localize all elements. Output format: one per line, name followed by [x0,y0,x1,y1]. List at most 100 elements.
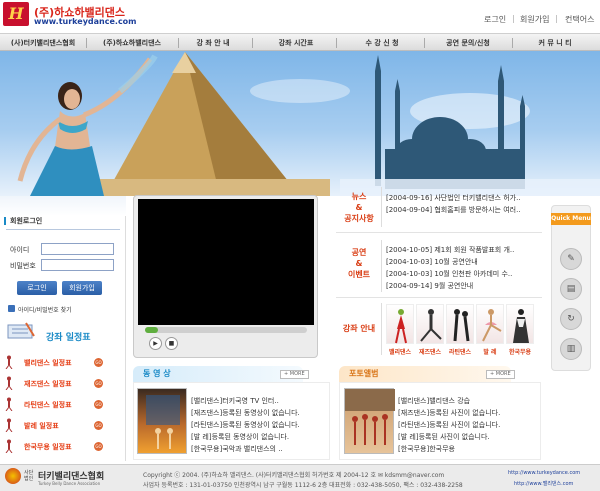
video-item[interactable]: [라틴댄스]등록된 동영상이 없습니다. [191,420,300,430]
schedule-item-korean[interactable]: 한국무용 일정표 [24,442,72,452]
nav-divider [424,38,425,48]
schedule-item-latin[interactable]: 라틴댄스 일정표 [24,400,72,410]
nav-courses[interactable]: 강 좌 안 내 [182,34,244,52]
divider [336,232,542,233]
dancer-icon [4,397,14,412]
nav-divider [252,38,253,48]
video-item[interactable]: [한국무용]국악과 밸리댄스의 .. [191,444,283,454]
lock-icon [8,305,15,312]
logo-icon[interactable]: H [3,2,29,26]
company-info-line: 사업자 등록번호 : 131-01-03750 인천광역시 남구 구월동 111… [143,482,463,489]
photo-item[interactable]: [재즈댄스]등록된 사진이 없습니다. [398,408,500,418]
news-item[interactable]: [2004-09-04] 협회홈피를 방문하시는 여러.. [386,205,521,215]
event-item[interactable]: [2004-10-05] 제1회 회원 작품발표회 개.. [386,245,514,255]
join-button[interactable]: 회원가입 [62,281,102,295]
video-more-button[interactable]: + MORE [280,370,309,379]
find-account-link[interactable]: 아이디/비밀번호 찾기 [18,305,72,314]
copyright-line: Copyright ⓒ 2004. (주)하쇼하 밸리댄스. (사)터키밸리댄스… [143,472,445,479]
divider [381,303,382,355]
login-link[interactable]: 로그인 [484,14,506,25]
photo-more-button[interactable]: + MORE [486,370,515,379]
note-icon[interactable]: ✎ [560,248,582,270]
course-label-belly[interactable]: 밸리댄스 [385,347,415,356]
dancer-icon [4,376,14,391]
course-label-korean[interactable]: 한국무용 [505,347,535,356]
photo-thumbnail[interactable] [344,388,395,454]
video-item[interactable]: [밸리댄스]터키국영 TV 인터.. [191,396,279,406]
go-icon[interactable]: GO [94,400,103,409]
login-button[interactable]: 로그인 [17,281,57,295]
refresh-icon[interactable]: ↻ [560,308,582,330]
nav-divider [512,38,513,48]
nav-performance[interactable]: 공연 문의/신청 [428,34,508,52]
events-label-top: 공연 [351,248,367,257]
courses-label: 강좌 안내 [342,324,376,333]
event-item[interactable]: [2004-10-03] 10월 인천판 아카데미 수.. [386,269,512,279]
news-item[interactable]: [2004-09-16] 사단법인 터키밸리댄스 허가.. [386,193,521,203]
document-icon[interactable]: ▥ [560,338,582,360]
nav-community[interactable]: 커 뮤 니 티 [516,34,594,52]
quick-menu-title: Quick Menu [551,213,591,225]
course-thumb-latin[interactable] [446,304,474,344]
news-label: 뉴스 & 공지사항 [339,191,379,224]
event-item[interactable]: [2004-10-03] 10월 공연안내 [386,257,478,267]
site-url: www.turkeydance.com [34,17,137,26]
id-input[interactable] [41,243,114,255]
go-icon[interactable]: GO [94,379,103,388]
photo-item[interactable]: [밸리댄스]밸리댄스 강습 [398,396,470,406]
util-separator: | [512,14,515,23]
nav-registration[interactable]: 수 강 신 청 [345,34,419,52]
stop-icon[interactable]: ■ [165,337,178,350]
course-thumb-korean[interactable] [506,304,534,344]
footer-url-1[interactable]: http://www.turkeydance.com [508,470,580,476]
password-input[interactable] [41,259,114,271]
course-label-latin[interactable]: 라틴댄스 [445,347,475,356]
video-item[interactable]: [재즈댄스]등록된 동영상이 없습니다. [191,408,300,418]
events-label-amp: & [355,259,363,268]
nav-association[interactable]: (사)터키밸리댄스협회 [2,34,84,52]
course-thumb-jazz[interactable] [416,304,444,344]
video-screen[interactable] [138,199,314,325]
side-column-top [0,196,126,216]
hero-illustration [17,52,600,196]
main-nav: (사)터키밸리댄스협회 (주)하쇼하밸리댄스 강 좌 안 내 강좌 시간표 수 … [0,33,600,51]
join-link[interactable]: 회원가입 [520,14,549,25]
course-label-jazz[interactable]: 재즈댄스 [415,347,445,356]
schedule-item-belly[interactable]: 밸리댄스 일정표 [24,358,72,368]
go-icon[interactable]: GO [94,421,103,430]
video-title: 동 영 상 [143,369,171,378]
password-label: 비밀번호 [10,262,36,270]
course-label-ballet[interactable]: 발 레 [475,347,505,356]
progress-bar[interactable] [145,327,307,333]
divider [381,187,382,227]
progress-fill [145,327,158,333]
play-icon[interactable]: ▶ [149,337,162,350]
schedule-item-jazz[interactable]: 재즈댄스 일정표 [24,379,72,389]
go-icon[interactable]: GO [94,358,103,367]
association-prefix-2: 법인 [24,476,34,482]
layers-icon[interactable]: ▤ [560,278,582,300]
go-icon[interactable]: GO [94,442,103,451]
course-thumb-belly[interactable] [386,304,414,344]
util-separator: | [555,14,558,23]
page: H (주)하쇼하밸리댄스 www.turkeydance.com 로그인 | 회… [0,0,600,491]
event-item[interactable]: [2004-09-14] 9월 공연안내 [386,281,473,291]
course-thumb-ballet[interactable] [476,304,504,344]
nav-company[interactable]: (주)하쇼하밸리댄스 [92,34,172,52]
video-thumbnail[interactable] [137,388,187,454]
login-title: 회원로그인 [10,217,43,225]
contact-link[interactable]: 컨택어스 [565,14,594,25]
nav-divider [178,38,179,48]
association-english-name: Turkey Belly Dance Association [38,481,101,486]
photo-item[interactable]: [라틴댄스]등록된 사진이 없습니다. [398,420,500,430]
dancer-icon [4,355,14,370]
events-label: 공연 & 이벤트 [339,247,379,280]
photo-item[interactable]: [한국무용]한국무용 [398,444,455,454]
hero-banner [0,51,600,196]
photo-item[interactable]: [발 레]등록된 사진이 없습니다. [398,432,490,442]
schedule-item-ballet[interactable]: 발레 일정표 [24,421,59,431]
nav-timetable[interactable]: 강좌 시간표 [262,34,330,52]
video-item[interactable]: [발 레]등록된 동영상이 없습니다. [191,432,289,442]
footer-url-2[interactable]: http://www.밸리댄스.com [514,480,573,487]
dancer-icon [4,418,14,433]
